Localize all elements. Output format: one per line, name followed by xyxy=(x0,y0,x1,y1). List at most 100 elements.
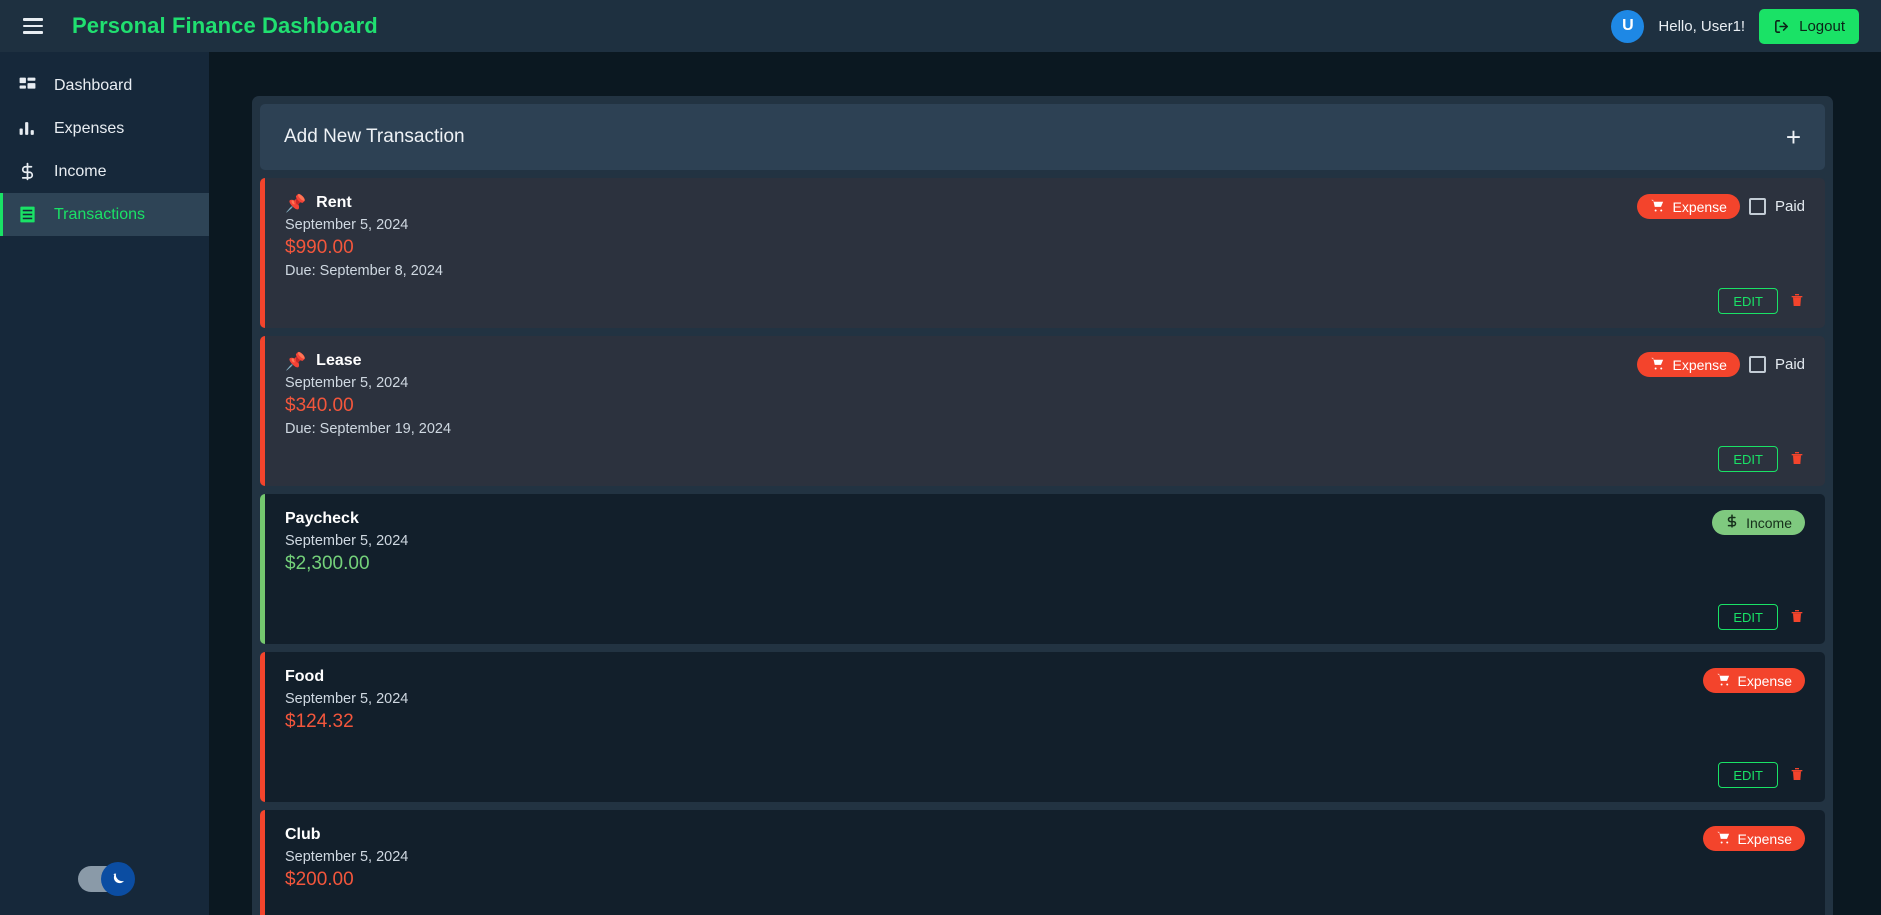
type-badge-label: Expense xyxy=(1672,198,1727,215)
delete-button[interactable] xyxy=(1789,607,1805,628)
app-title: Personal Finance Dashboard xyxy=(72,13,378,38)
paid-checkbox[interactable] xyxy=(1748,198,1766,215)
transaction-card: 📌 Lease September 5, 2024 $340.00 Due: Se… xyxy=(260,336,1825,486)
action-row: EDIT xyxy=(1718,446,1805,472)
logout-button[interactable]: Logout xyxy=(1759,8,1859,44)
grid-icon xyxy=(8,76,46,95)
action-row: EDIT xyxy=(1718,288,1805,314)
toggle-knob xyxy=(101,862,135,896)
dollar-icon xyxy=(8,162,46,181)
sidebar-item-label: Expenses xyxy=(54,119,125,137)
transaction-title: Paycheck xyxy=(285,510,359,527)
transaction-title-row: Club xyxy=(285,826,408,844)
action-row: EDIT xyxy=(1718,604,1805,630)
transaction-card: Paycheck September 5, 2024 $2,300.00 Inc… xyxy=(260,494,1825,644)
badge-row: Expense xyxy=(1702,826,1805,851)
badge-row: Expense Paid xyxy=(1637,352,1805,377)
type-badge-label: Expense xyxy=(1737,830,1792,847)
type-badge: Expense xyxy=(1637,194,1740,219)
transaction-date: September 5, 2024 xyxy=(285,533,409,549)
transaction-due-date: Due: September 8, 2024 xyxy=(285,263,443,279)
top-header-bar: Personal Finance Dashboard U Hello, User… xyxy=(0,0,1881,52)
sidebar: Dashboard Expenses Income Transactions xyxy=(0,52,209,915)
transaction-details: 📌 Lease September 5, 2024 $340.00 Due: Se… xyxy=(285,352,451,472)
greeting-text: Hello, User1! xyxy=(1658,17,1746,35)
transaction-controls: Expense EDIT xyxy=(1702,668,1805,788)
paid-label: Paid xyxy=(1774,356,1805,373)
sidebar-item-expenses[interactable]: Expenses xyxy=(0,107,209,150)
sidebar-nav-list: Dashboard Expenses Income Transactions xyxy=(0,64,209,236)
type-badge: Expense xyxy=(1702,826,1805,851)
cart-icon xyxy=(1650,198,1665,216)
transaction-title-row: 📌 Rent xyxy=(285,194,443,212)
type-badge: Expense xyxy=(1637,352,1740,377)
badge-row: Expense xyxy=(1702,668,1805,693)
transaction-details: Paycheck September 5, 2024 $2,300.00 xyxy=(285,510,408,630)
transaction-title: Club xyxy=(285,826,321,843)
dark-mode-toggle[interactable] xyxy=(78,862,135,896)
action-row: EDIT xyxy=(1718,762,1805,788)
transaction-details: Food September 5, 2024 $124.32 xyxy=(285,668,408,788)
trash-icon xyxy=(1789,291,1805,312)
type-badge: Expense xyxy=(1702,668,1805,693)
badge-row: Income xyxy=(1712,510,1805,535)
transaction-controls: Expense Paid EDIT xyxy=(1637,194,1805,314)
bar-chart-icon xyxy=(8,119,46,138)
transaction-title: Food xyxy=(285,668,325,685)
transaction-list: 📌 Rent September 5, 2024 $990.00 Due: Sep… xyxy=(260,178,1825,915)
type-badge: Income xyxy=(1712,510,1805,535)
cart-icon xyxy=(1716,672,1731,690)
transaction-controls: Income EDIT xyxy=(1712,510,1805,630)
paid-label: Paid xyxy=(1774,198,1805,215)
transaction-title-row: 📌 Lease xyxy=(285,352,451,370)
transaction-amount: $200.00 xyxy=(285,869,354,890)
transaction-amount: $124.32 xyxy=(285,711,354,732)
delete-button[interactable] xyxy=(1789,449,1805,470)
badge-row: Expense Paid xyxy=(1637,194,1805,219)
receipt-icon xyxy=(8,205,46,224)
sidebar-item-label: Transactions xyxy=(54,205,145,223)
trash-icon xyxy=(1789,449,1805,470)
edit-button[interactable]: EDIT xyxy=(1718,762,1778,788)
hamburger-menu-icon[interactable] xyxy=(10,3,56,49)
edit-button[interactable]: EDIT xyxy=(1718,288,1778,314)
transaction-controls: Expense Paid EDIT xyxy=(1637,352,1805,472)
add-new-transaction-bar[interactable]: Add New Transaction + xyxy=(260,104,1825,170)
delete-button[interactable] xyxy=(1789,765,1805,786)
transaction-date: September 5, 2024 xyxy=(285,375,409,391)
transaction-card: Food September 5, 2024 $124.32 Expense E… xyxy=(260,652,1825,802)
transaction-title-row: Food xyxy=(285,668,408,686)
edit-button[interactable]: EDIT xyxy=(1718,604,1778,630)
transaction-details: Club September 5, 2024 $200.00 xyxy=(285,826,408,915)
moon-icon xyxy=(113,873,124,884)
transaction-amount: $990.00 xyxy=(285,237,354,258)
logout-icon xyxy=(1773,18,1790,35)
trash-icon xyxy=(1789,607,1805,628)
transaction-card: 📌 Rent September 5, 2024 $990.00 Due: Sep… xyxy=(260,178,1825,328)
transaction-controls: Expense EDIT xyxy=(1702,826,1805,915)
transaction-title: Lease xyxy=(316,352,362,369)
cart-icon xyxy=(1716,830,1731,848)
sidebar-item-income[interactable]: Income xyxy=(0,150,209,193)
plus-icon[interactable]: + xyxy=(1786,124,1801,150)
avatar[interactable]: U xyxy=(1611,9,1645,43)
transaction-details: 📌 Rent September 5, 2024 $990.00 Due: Sep… xyxy=(285,194,443,314)
sidebar-item-label: Dashboard xyxy=(54,76,133,94)
transaction-card: Club September 5, 2024 $200.00 Expense E… xyxy=(260,810,1825,915)
sidebar-item-dashboard[interactable]: Dashboard xyxy=(0,64,209,107)
logout-label: Logout xyxy=(1799,17,1845,35)
pin-icon[interactable]: 📌 xyxy=(285,195,306,212)
type-badge-label: Income xyxy=(1746,514,1792,531)
cart-icon xyxy=(1650,356,1665,374)
transaction-amount: $2,300.00 xyxy=(285,553,370,574)
transaction-date: September 5, 2024 xyxy=(285,849,409,865)
transaction-date: September 5, 2024 xyxy=(285,217,409,233)
header-user-area: U Hello, User1! Logout xyxy=(1611,8,1859,44)
delete-button[interactable] xyxy=(1789,291,1805,312)
paid-checkbox[interactable] xyxy=(1748,356,1766,373)
sidebar-item-transactions[interactable]: Transactions xyxy=(0,193,209,236)
edit-button[interactable]: EDIT xyxy=(1718,446,1778,472)
main-content: Add New Transaction + 📌 Rent September 5,… xyxy=(209,52,1881,915)
transaction-amount: $340.00 xyxy=(285,395,354,416)
pin-icon[interactable]: 📌 xyxy=(285,353,306,370)
